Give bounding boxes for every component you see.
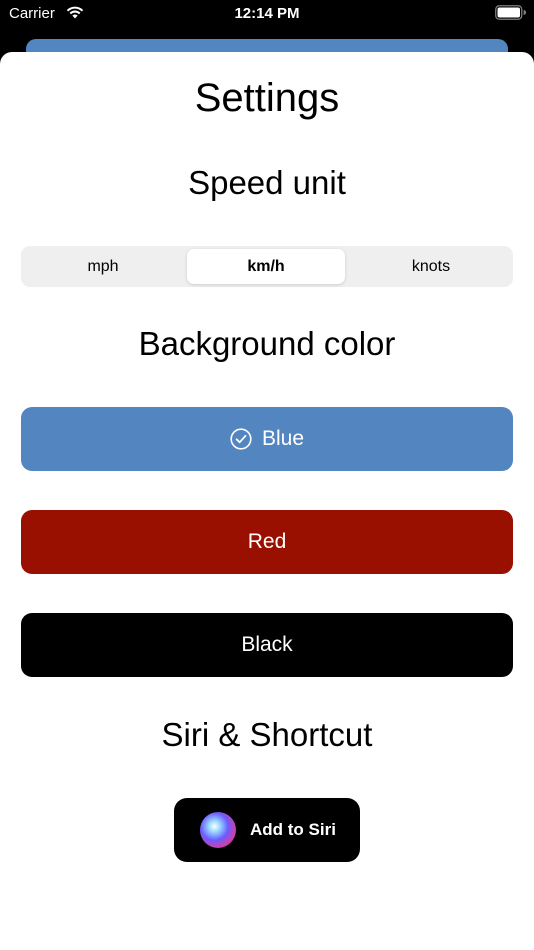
segment-knots[interactable]: knots [352,249,510,284]
blue-color-button[interactable]: Blue [21,407,513,471]
add-to-siri-label: Add to Siri [250,820,336,839]
blue-button-label: Blue [261,427,305,450]
checkmark-circle-icon [230,428,252,450]
red-button-label: Red [247,530,287,553]
add-to-siri-button[interactable]: Add to Siri [174,798,360,862]
status-time: 12:14 PM [234,5,300,22]
status-bar: Carrier 12:14 PM [0,0,534,30]
background-color-heading: Background color [138,325,396,362]
segment-mph[interactable]: mph [24,249,182,284]
black-color-button[interactable]: Black [21,613,513,677]
siri-icon [200,812,236,848]
segment-kmh[interactable]: km/h [187,249,345,284]
black-button-label: Black [241,633,293,656]
siri-shortcut-heading: Siri & Shortcut [161,716,373,753]
speed-unit-heading: Speed unit [188,164,346,201]
battery-icon [495,5,527,20]
settings-sheet: Settings Speed unit mph km/h knots Backg… [0,52,534,950]
page-title: Settings [194,76,340,120]
red-color-button[interactable]: Red [21,510,513,574]
speed-unit-segmented-control: mph km/h knots [21,246,513,287]
